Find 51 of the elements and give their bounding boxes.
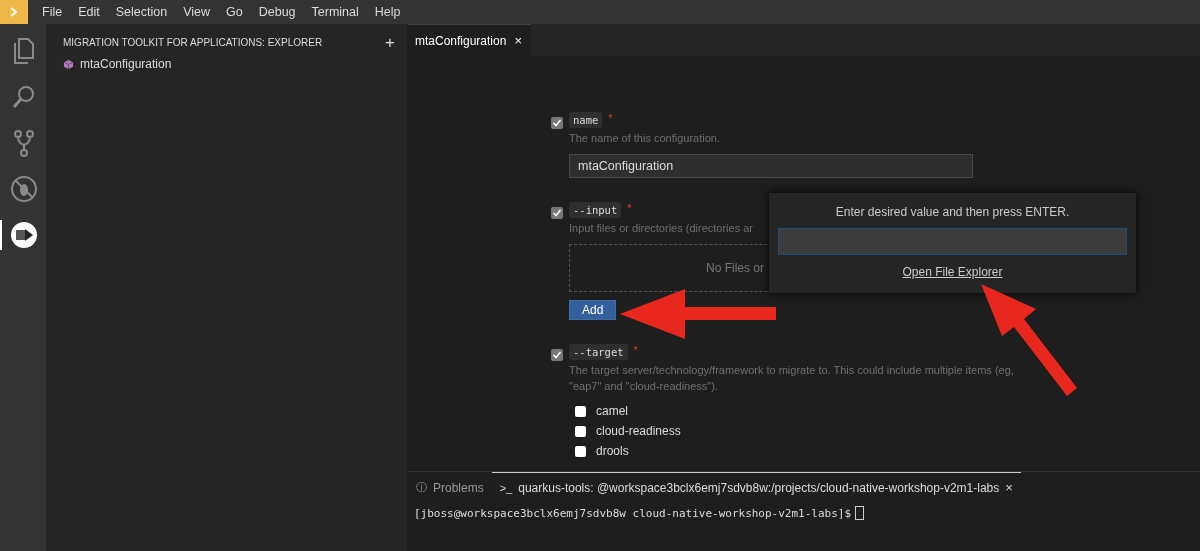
required-mark: * — [633, 344, 638, 356]
checkbox[interactable] — [575, 405, 586, 417]
editor-tab[interactable]: mtaConfiguration × — [408, 24, 531, 56]
search-icon[interactable] — [11, 84, 37, 110]
checkbox[interactable] — [575, 445, 586, 457]
sidebar-title: MIGRATION TOOLKIT FOR APPLICATIONS: EXPLORER — [63, 37, 323, 48]
tree-item[interactable]: mtaConfiguration — [46, 51, 407, 71]
checkbox[interactable] — [551, 349, 563, 361]
add-button[interactable]: + — [385, 34, 395, 51]
add-button[interactable]: Add — [569, 300, 617, 320]
menu-item[interactable]: Edit — [70, 5, 108, 19]
tab-icon: >_ — [499, 481, 513, 494]
choice-label: cloud-readiness — [596, 424, 681, 438]
value-input[interactable] — [778, 228, 1127, 255]
option-flag: name — [569, 112, 603, 128]
menu-item[interactable]: Help — [366, 5, 409, 19]
close-icon[interactable]: × — [514, 33, 522, 48]
checkbox[interactable] — [551, 117, 563, 129]
option-description: The name of this configuration. — [569, 131, 722, 146]
tree-item-label: mtaConfiguration — [80, 57, 172, 71]
migration-icon[interactable] — [10, 221, 38, 249]
panel-tab[interactable]: ⓘ Problems — [408, 472, 492, 502]
checkbox[interactable] — [575, 425, 586, 437]
option-flag: --target — [569, 344, 628, 360]
menu-item[interactable]: File — [34, 5, 71, 19]
cube-icon — [63, 58, 74, 70]
menu-item[interactable]: Terminal — [303, 5, 367, 19]
option-description: The target server/technology/framework to migrate to. This could include multiple items (eg, "eap7" and "cloud-readiness"). — [569, 363, 1015, 394]
required-mark: * — [608, 112, 613, 124]
popup-prompt: Enter desired value and then press ENTER. — [835, 205, 1070, 219]
close-icon[interactable]: × — [1005, 480, 1013, 495]
terminal-prompt: [jboss@workspace3bclx6emj7sdvb8w cloud-native-workshop-v2m1-labs]$ — [414, 506, 852, 520]
debug-icon[interactable] — [10, 175, 38, 203]
name-input[interactable]: mtaConfiguration — [569, 154, 973, 178]
open-file-explorer-link[interactable]: Open File Explorer — [902, 265, 1003, 279]
option-description: Input files or directories (directories ar — [569, 221, 754, 236]
choice-label: camel — [596, 404, 628, 418]
menu-item[interactable]: View — [175, 5, 218, 19]
option-flag: --input — [569, 202, 622, 218]
choice-label: drools — [596, 444, 629, 458]
files-icon[interactable] — [12, 38, 36, 64]
menu-item[interactable]: Selection — [107, 5, 176, 19]
tab-icon: ⓘ — [416, 480, 427, 495]
required-mark: * — [627, 202, 632, 214]
source-control-icon[interactable] — [13, 129, 35, 157]
empty-message: No Files or — [706, 261, 764, 275]
menu-item[interactable]: Go — [218, 5, 251, 19]
terminal-cursor — [855, 506, 865, 520]
checkbox[interactable] — [551, 207, 563, 219]
panel-tab[interactable]: >_ quarkus-tools: @workspace3bclx6emj7sdvb8w:/projects/cloud-native-workshop-v2m1-labs × — [491, 472, 1021, 502]
menu-item[interactable]: Debug — [250, 5, 304, 19]
